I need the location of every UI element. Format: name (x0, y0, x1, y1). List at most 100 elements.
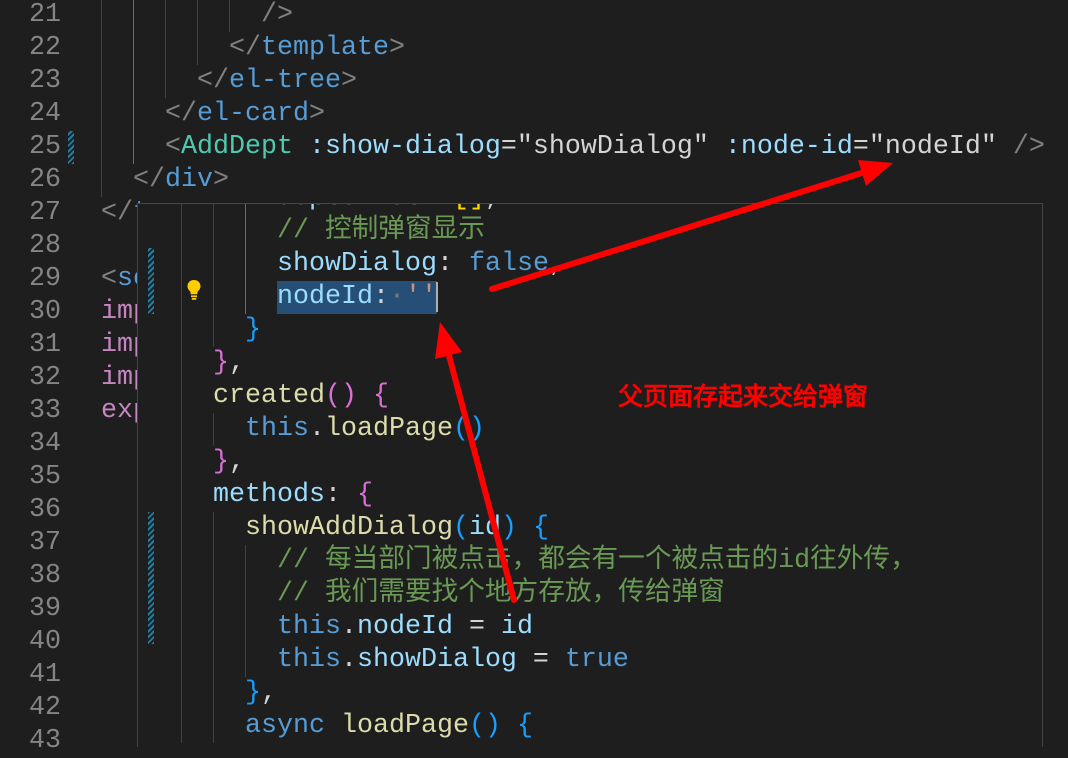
code-token: /> (996, 131, 1045, 162)
code-line[interactable]: // 控制弹窗显示 (181, 215, 917, 248)
code-token: </ (101, 65, 229, 96)
code-token: { (372, 380, 389, 411)
code-token: > (388, 32, 405, 63)
code-token: , (548, 248, 565, 279)
code-line[interactable]: </el-card> (101, 98, 1045, 131)
code-token: this (181, 413, 309, 444)
line-number[interactable]: 23 (0, 65, 61, 98)
git-modified-indicator[interactable] (148, 247, 154, 314)
line-number[interactable]: 36 (0, 494, 61, 527)
code-line[interactable]: this.nodeId = id (181, 611, 917, 644)
line-number[interactable]: 41 (0, 659, 61, 692)
code-line[interactable]: methods: { (181, 479, 917, 512)
code-token: // 控制弹窗显示 (181, 215, 485, 246)
code-line[interactable]: // 我们需要找个地方存放，传给弹窗 (181, 578, 917, 611)
code-token: '' (404, 281, 437, 312)
line-number[interactable]: 42 (0, 692, 61, 725)
code-line[interactable]: <AddDept :show-dialog="showDialog" :node… (101, 131, 1045, 164)
code-token: // 我们需要找个地方存放，传给弹窗 (181, 578, 725, 609)
code-line[interactable]: nodeId:·'' (181, 281, 917, 314)
line-number[interactable]: 30 (0, 296, 61, 329)
code-line[interactable]: } (181, 314, 917, 347)
line-number[interactable]: 29 (0, 263, 61, 296)
code-line[interactable]: </el-tree> (101, 65, 1045, 98)
line-number[interactable]: 24 (0, 98, 61, 131)
git-modified-indicator[interactable] (68, 130, 74, 164)
code-token: template (260, 32, 389, 63)
code-token: id (468, 512, 501, 543)
code-line[interactable]: this.showDialog = true (181, 644, 917, 677)
line-number[interactable]: 32 (0, 362, 61, 395)
code-line[interactable]: /> (101, 0, 1045, 32)
line-number[interactable]: 28 (0, 230, 61, 263)
code-token: : (372, 281, 389, 312)
code-token: nodeId (181, 281, 373, 312)
popup-code-area[interactable]: deptsList: [], // 控制弹窗显示 showDialog: fal… (181, 204, 917, 743)
code-token: // 每当部门被点击，都会有一个被点击的id往外传， (181, 545, 917, 576)
code-token: } (181, 347, 229, 378)
code-line[interactable]: }, (181, 677, 917, 710)
code-token: ( (452, 512, 469, 543)
code-line[interactable]: this.loadPage() (181, 413, 917, 446)
code-token: </ (101, 164, 165, 195)
line-number[interactable]: 27 (0, 197, 61, 230)
code-line[interactable]: showDialog: false, (181, 248, 917, 281)
line-number[interactable]: 39 (0, 593, 61, 626)
code-token: } (181, 314, 261, 345)
line-number[interactable]: 43 (0, 725, 61, 758)
line-number[interactable]: 21 (0, 0, 61, 32)
code-token: } (181, 446, 229, 477)
annotation-text: 父页面存起来交给弹窗 (618, 382, 869, 411)
code-token: : (436, 248, 469, 279)
line-number[interactable]: 25 (0, 131, 61, 164)
code-token: id (500, 611, 533, 642)
code-token: { (516, 710, 533, 741)
code-line[interactable]: // 每当部门被点击，都会有一个被点击的id往外传， (181, 545, 917, 578)
line-number[interactable]: 33 (0, 395, 61, 428)
code-token: async (181, 710, 325, 741)
code-preview-popup[interactable]: deptsList: [], // 控制弹窗显示 showDialog: fal… (137, 203, 1043, 747)
line-number[interactable]: 22 (0, 32, 61, 65)
code-token: loadPage (340, 710, 469, 741)
line-number[interactable]: 34 (0, 428, 61, 461)
code-token: created (181, 380, 325, 411)
code-token: · (388, 281, 405, 312)
code-line[interactable]: deptsList: [], (181, 204, 917, 215)
line-number[interactable]: 37 (0, 527, 61, 560)
code-token: , (229, 446, 245, 477)
git-modified-indicator[interactable] (148, 511, 154, 644)
code-token: ) (500, 512, 517, 543)
line-number[interactable]: 40 (0, 626, 61, 659)
code-token: "nodeId" (868, 131, 997, 162)
code-token: < (101, 131, 181, 162)
lightbulb-icon[interactable] (186, 279, 202, 301)
code-token: this (181, 644, 341, 675)
line-number[interactable]: 31 (0, 329, 61, 362)
code-line[interactable]: async loadPage() { (181, 710, 917, 743)
code-token: { (532, 512, 549, 543)
code-token: true (564, 644, 629, 675)
line-number[interactable]: 26 (0, 164, 61, 197)
code-token: > (213, 164, 229, 195)
line-number[interactable]: 35 (0, 461, 61, 494)
code-token: showDialog (356, 644, 517, 675)
code-token: showAddDialog (181, 512, 453, 543)
code-token: false (468, 248, 549, 279)
code-line[interactable]: </div> (101, 164, 1045, 197)
line-number[interactable]: 38 (0, 560, 61, 593)
code-line[interactable]: }, (181, 347, 917, 380)
code-token: :node-id (708, 131, 853, 162)
code-token: . (340, 611, 357, 642)
code-line[interactable]: </template> (101, 32, 1045, 65)
code-line[interactable]: showAddDialog(id) { (181, 512, 917, 545)
code-line[interactable]: }, (181, 446, 917, 479)
code-token: </ (101, 32, 261, 63)
code-token: } (181, 677, 261, 708)
code-token: :show-dialog (292, 131, 501, 162)
code-token: AddDept (180, 131, 293, 162)
code-token: . (340, 644, 357, 675)
code-token: : (421, 204, 453, 213)
